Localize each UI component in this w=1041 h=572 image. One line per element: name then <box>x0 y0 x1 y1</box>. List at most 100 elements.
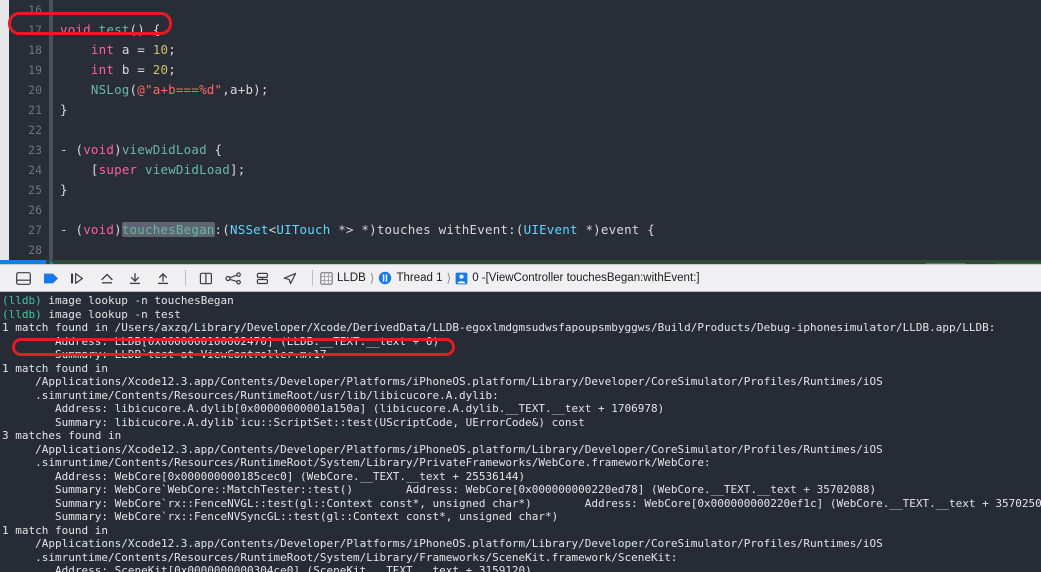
code-token: 10 <box>152 42 169 57</box>
console-text: Summary: WebCore`rx::FenceNVSyncGL::test… <box>2 510 559 523</box>
breadcrumb-label-thread: Thread 1 <box>396 272 443 284</box>
code-text: - (void)touchesBegan:(NSSet<UITouch *> *… <box>60 220 655 240</box>
line-number[interactable]: 20 <box>0 80 42 100</box>
breadcrumb-item-process[interactable]: LLDB <box>320 271 366 285</box>
code-line[interactable]: 27 - (void)touchesBegan:(NSSet<UITouch *>… <box>0 220 1041 240</box>
code-token: ) <box>114 222 122 237</box>
code-line[interactable]: 20 NSLog(@"a+b===%d",a+b); <box>0 80 1041 100</box>
code-line-container[interactable]: 16 17 void test() {18 int a = 10; 19 int b … <box>0 0 1041 264</box>
code-text: [super viewDidLoad]; <box>60 160 245 180</box>
stack-frames-button[interactable] <box>249 267 275 289</box>
line-number[interactable]: 28 <box>0 240 42 260</box>
console-line-container: (lldb) image lookup -n touchesBegan (lldb… <box>2 294 1041 572</box>
continue-button[interactable] <box>38 267 64 289</box>
breadcrumb[interactable]: LLDB ⟩ Thread 1 ⟩ 0 -[ViewController tou… <box>320 271 700 285</box>
panel-split-icon <box>15 271 31 285</box>
console-line: Summary: WebCore`WebCore::MatchTester::t… <box>2 483 1041 497</box>
code-token: :( <box>214 222 230 237</box>
line-number[interactable]: 21 <box>0 100 42 120</box>
step-over-button[interactable] <box>66 267 92 289</box>
console-line: Address: LLDB[0x0000000100002470] (LLDB.… <box>2 335 1041 349</box>
step-into-button[interactable] <box>94 267 120 289</box>
code-token: UITouch <box>276 222 331 237</box>
lldb-prompt: (lldb) <box>2 294 42 307</box>
view-hierarchy-button[interactable] <box>193 267 219 289</box>
code-line[interactable]: 16 <box>0 0 1041 20</box>
breadcrumb-label-process: LLDB <box>337 272 366 284</box>
line-number[interactable]: 19 <box>0 60 42 80</box>
code-token: test <box>98 22 130 37</box>
step-up-button[interactable] <box>150 267 176 289</box>
console-line: 3 matches found in <box>2 429 1041 443</box>
code-token: } <box>60 182 68 197</box>
thread-pause-icon <box>379 271 392 285</box>
code-line[interactable]: 24 [super viewDidLoad]; <box>0 160 1041 180</box>
source-editor[interactable]: 16 17 void test() {18 int a = 10; 19 int b … <box>0 0 1041 264</box>
debug-console[interactable]: (lldb) image lookup -n touchesBegan (lldb… <box>0 292 1041 572</box>
console-text: Address: SceneKit[0x0000000000304ce0] (S… <box>2 564 532 572</box>
stack-layers-icon <box>256 272 268 284</box>
toggle-debug-area-button[interactable] <box>10 267 36 289</box>
line-number[interactable]: 16 <box>0 0 42 20</box>
line-number[interactable]: 24 <box>0 160 42 180</box>
line-number[interactable]: 26 <box>0 200 42 220</box>
step-over-icon <box>71 272 83 284</box>
code-token: *)event { <box>577 222 655 237</box>
line-number[interactable]: 25 <box>0 180 42 200</box>
code-token: ; <box>168 42 176 57</box>
code-token: *> *)touches withEvent:( <box>330 222 524 237</box>
line-number[interactable]: 22 <box>0 120 42 140</box>
code-token: viewDidLoad <box>121 142 207 157</box>
code-token: - ( <box>60 222 84 237</box>
code-token: viewDidLoad <box>145 162 230 177</box>
console-line: Summary: LLDB`test at ViewController.m:1… <box>2 348 1041 362</box>
console-text: Address: libicucore.A.dylib[0x0000000000… <box>2 402 665 415</box>
code-token: touchesBegan <box>121 222 215 237</box>
line-number[interactable]: 27 <box>0 220 42 240</box>
code-line[interactable]: 26 <box>0 200 1041 220</box>
line-number[interactable]: 23 <box>0 140 42 160</box>
toolbar-divider-2 <box>312 270 313 286</box>
step-out-button[interactable] <box>122 267 148 289</box>
code-line[interactable]: 23 - (void)viewDidLoad { <box>0 140 1041 160</box>
code-line[interactable]: 22 <box>0 120 1041 140</box>
breadcrumb-label-frame: 0 -[ViewController touchesBegan:withEven… <box>472 272 700 284</box>
code-token: } <box>60 102 68 117</box>
code-line[interactable]: 17 void test() { <box>0 20 1041 40</box>
code-token: - ( <box>60 142 84 157</box>
simulate-location-button[interactable] <box>277 267 303 289</box>
code-token: 20 <box>152 62 169 77</box>
continue-play-icon <box>44 273 58 283</box>
breadcrumb-item-thread[interactable]: Thread 1 <box>378 271 443 285</box>
code-token: ,a+b); <box>222 82 269 97</box>
code-token: NSSet <box>230 222 269 237</box>
chevron-right-icon-2: ⟩ <box>446 271 452 285</box>
code-line[interactable]: 18 int a = 10; <box>0 40 1041 60</box>
line-number[interactable]: 18 <box>0 40 42 60</box>
code-line[interactable]: 19 int b = 20; <box>0 60 1041 80</box>
code-line[interactable]: 21} <box>0 100 1041 120</box>
line-number[interactable]: 17 <box>0 20 42 40</box>
code-token: void <box>83 222 115 237</box>
memory-graph-button[interactable] <box>221 267 247 289</box>
code-text: int b = 20; <box>60 60 176 80</box>
frame-person-icon <box>455 272 468 284</box>
console-text: /Applications/Xcode12.3.app/Contents/Dev… <box>2 442 883 456</box>
code-token: ; <box>168 62 176 77</box>
code-line[interactable]: 25} <box>0 180 1041 200</box>
code-token: a = <box>114 42 153 57</box>
console-text: Summary: WebCore`WebCore::MatchTester::t… <box>2 483 877 496</box>
code-token: ]; <box>230 162 246 177</box>
code-token: @"a+b===%d" <box>137 82 223 97</box>
console-line: /Applications/Xcode12.3.app/Contents/Dev… <box>2 537 1041 551</box>
debug-toolbar[interactable]: LLDB ⟩ Thread 1 ⟩ 0 -[ViewController tou… <box>0 264 1041 292</box>
code-text: int a = 10; <box>60 40 176 60</box>
code-line[interactable]: 28 <box>0 240 1041 260</box>
breadcrumb-item-frame[interactable]: 0 -[ViewController touchesBegan:withEven… <box>455 272 700 285</box>
memory-graph-icon <box>225 271 241 285</box>
console-text: /Applications/Xcode12.3.app/Contents/Dev… <box>2 375 883 388</box>
